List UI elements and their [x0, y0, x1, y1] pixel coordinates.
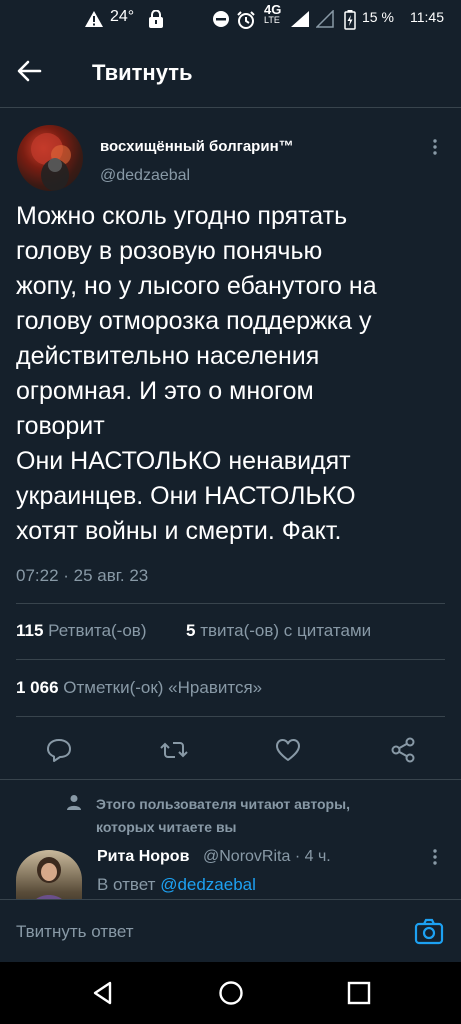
- retweets-label: Ретвита(-ов): [48, 621, 147, 640]
- reply-icon[interactable]: [45, 736, 73, 764]
- divider: [16, 603, 445, 604]
- quotes-count: 5: [186, 621, 196, 640]
- clock: 11:45: [410, 9, 444, 25]
- weather-temperature: 24°: [110, 8, 135, 25]
- do-not-disturb-icon: [212, 10, 230, 28]
- reply-author-handle[interactable]: @NorovRita · 4 ч.: [203, 848, 331, 866]
- reply-to-label: В ответ: [97, 875, 156, 894]
- tweet-text-line: Они НАСТОЛЬКО ненавидят: [16, 447, 351, 475]
- quotes-label: твита(-ов) с цитатами: [200, 621, 372, 640]
- network-indicator: 4G LTE: [264, 2, 282, 25]
- tweet-text-line: голову отморозка поддержка у: [16, 307, 372, 335]
- tweet-text-line: голову в розовую понячью: [16, 237, 323, 265]
- author-name[interactable]: восхищённый болгарин™: [100, 138, 294, 155]
- tweet-timestamp: 07:22 · 25 авг. 23: [16, 566, 149, 585]
- reply-input[interactable]: Твитнуть ответ: [16, 922, 134, 942]
- tweet-text-line: Можно сколь угодно прятать: [16, 202, 348, 230]
- warning-icon: [84, 10, 104, 28]
- signal-2-icon: [316, 10, 334, 28]
- likes-stat[interactable]: 1 066 Отметки(-ок) «Нравится»: [16, 678, 262, 698]
- reply-to-line: В ответ @dedzaebal: [97, 875, 256, 895]
- tweet-text-line: действительно населения: [16, 342, 320, 370]
- header: Твитнуть: [0, 38, 461, 108]
- reply-composer[interactable]: Твитнуть ответ: [0, 899, 461, 962]
- camera-icon[interactable]: [414, 916, 444, 946]
- social-context-line: Этого пользователя читают авторы,: [96, 796, 350, 812]
- arrow-left-icon: [17, 60, 42, 82]
- reply-author-name[interactable]: Рита Норов: [97, 848, 189, 866]
- lock-icon: [148, 10, 164, 28]
- likes-count: 1 066: [16, 678, 59, 697]
- tweet-actions: [0, 728, 461, 772]
- share-icon[interactable]: [389, 736, 417, 764]
- page-title: Твитнуть: [92, 60, 193, 85]
- nav-home-icon[interactable]: [218, 980, 244, 1006]
- social-context-note: Этого пользователя читают авторы, которы…: [96, 793, 350, 839]
- retweets-stat[interactable]: 115 Ретвита(-ов): [16, 621, 147, 641]
- status-bar: 24° 4G LTE 15 % 11:45: [0, 0, 461, 38]
- divider: [16, 659, 445, 660]
- retweets-count: 115: [16, 621, 44, 640]
- divider: [0, 779, 461, 780]
- tweet-text-line: украинцев. Они НАСТОЛЬКО: [16, 482, 356, 510]
- like-icon[interactable]: [274, 736, 302, 764]
- tweet-text-line: говорит: [16, 412, 105, 440]
- author-avatar[interactable]: [17, 125, 83, 191]
- tweet-text: Можно сколь угодно прятать голову в розо…: [16, 199, 446, 549]
- more-options-icon[interactable]: [425, 138, 445, 156]
- tweet-text-line: хотят войны и смерти. Факт.: [16, 517, 342, 545]
- signal-icon: [290, 10, 310, 28]
- divider: [16, 716, 445, 717]
- quotes-stat[interactable]: 5 твита(-ов) с цитатами: [186, 621, 371, 641]
- tweet-text-line: жопу, но у лысого ебанутого на: [16, 272, 377, 300]
- likes-label: Отметки(-ок) «Нравится»: [63, 678, 263, 697]
- back-button[interactable]: [16, 58, 56, 90]
- nav-recents-icon[interactable]: [346, 980, 372, 1006]
- person-icon: [66, 794, 82, 810]
- author-handle[interactable]: @dedzaebal: [100, 167, 190, 185]
- tweet-text-line: огромная. И это о многом: [16, 377, 314, 405]
- reply-more-options-icon[interactable]: [425, 848, 445, 866]
- battery-percent: 15 %: [362, 9, 394, 25]
- social-context-line: которых читаете вы: [96, 819, 237, 835]
- nav-back-icon[interactable]: [90, 980, 116, 1006]
- battery-icon: [344, 10, 356, 30]
- retweet-icon[interactable]: [160, 736, 188, 764]
- alarm-icon: [236, 10, 256, 30]
- reply-to-handle-link[interactable]: @dedzaebal: [160, 875, 256, 894]
- system-nav-bar: [0, 962, 461, 1024]
